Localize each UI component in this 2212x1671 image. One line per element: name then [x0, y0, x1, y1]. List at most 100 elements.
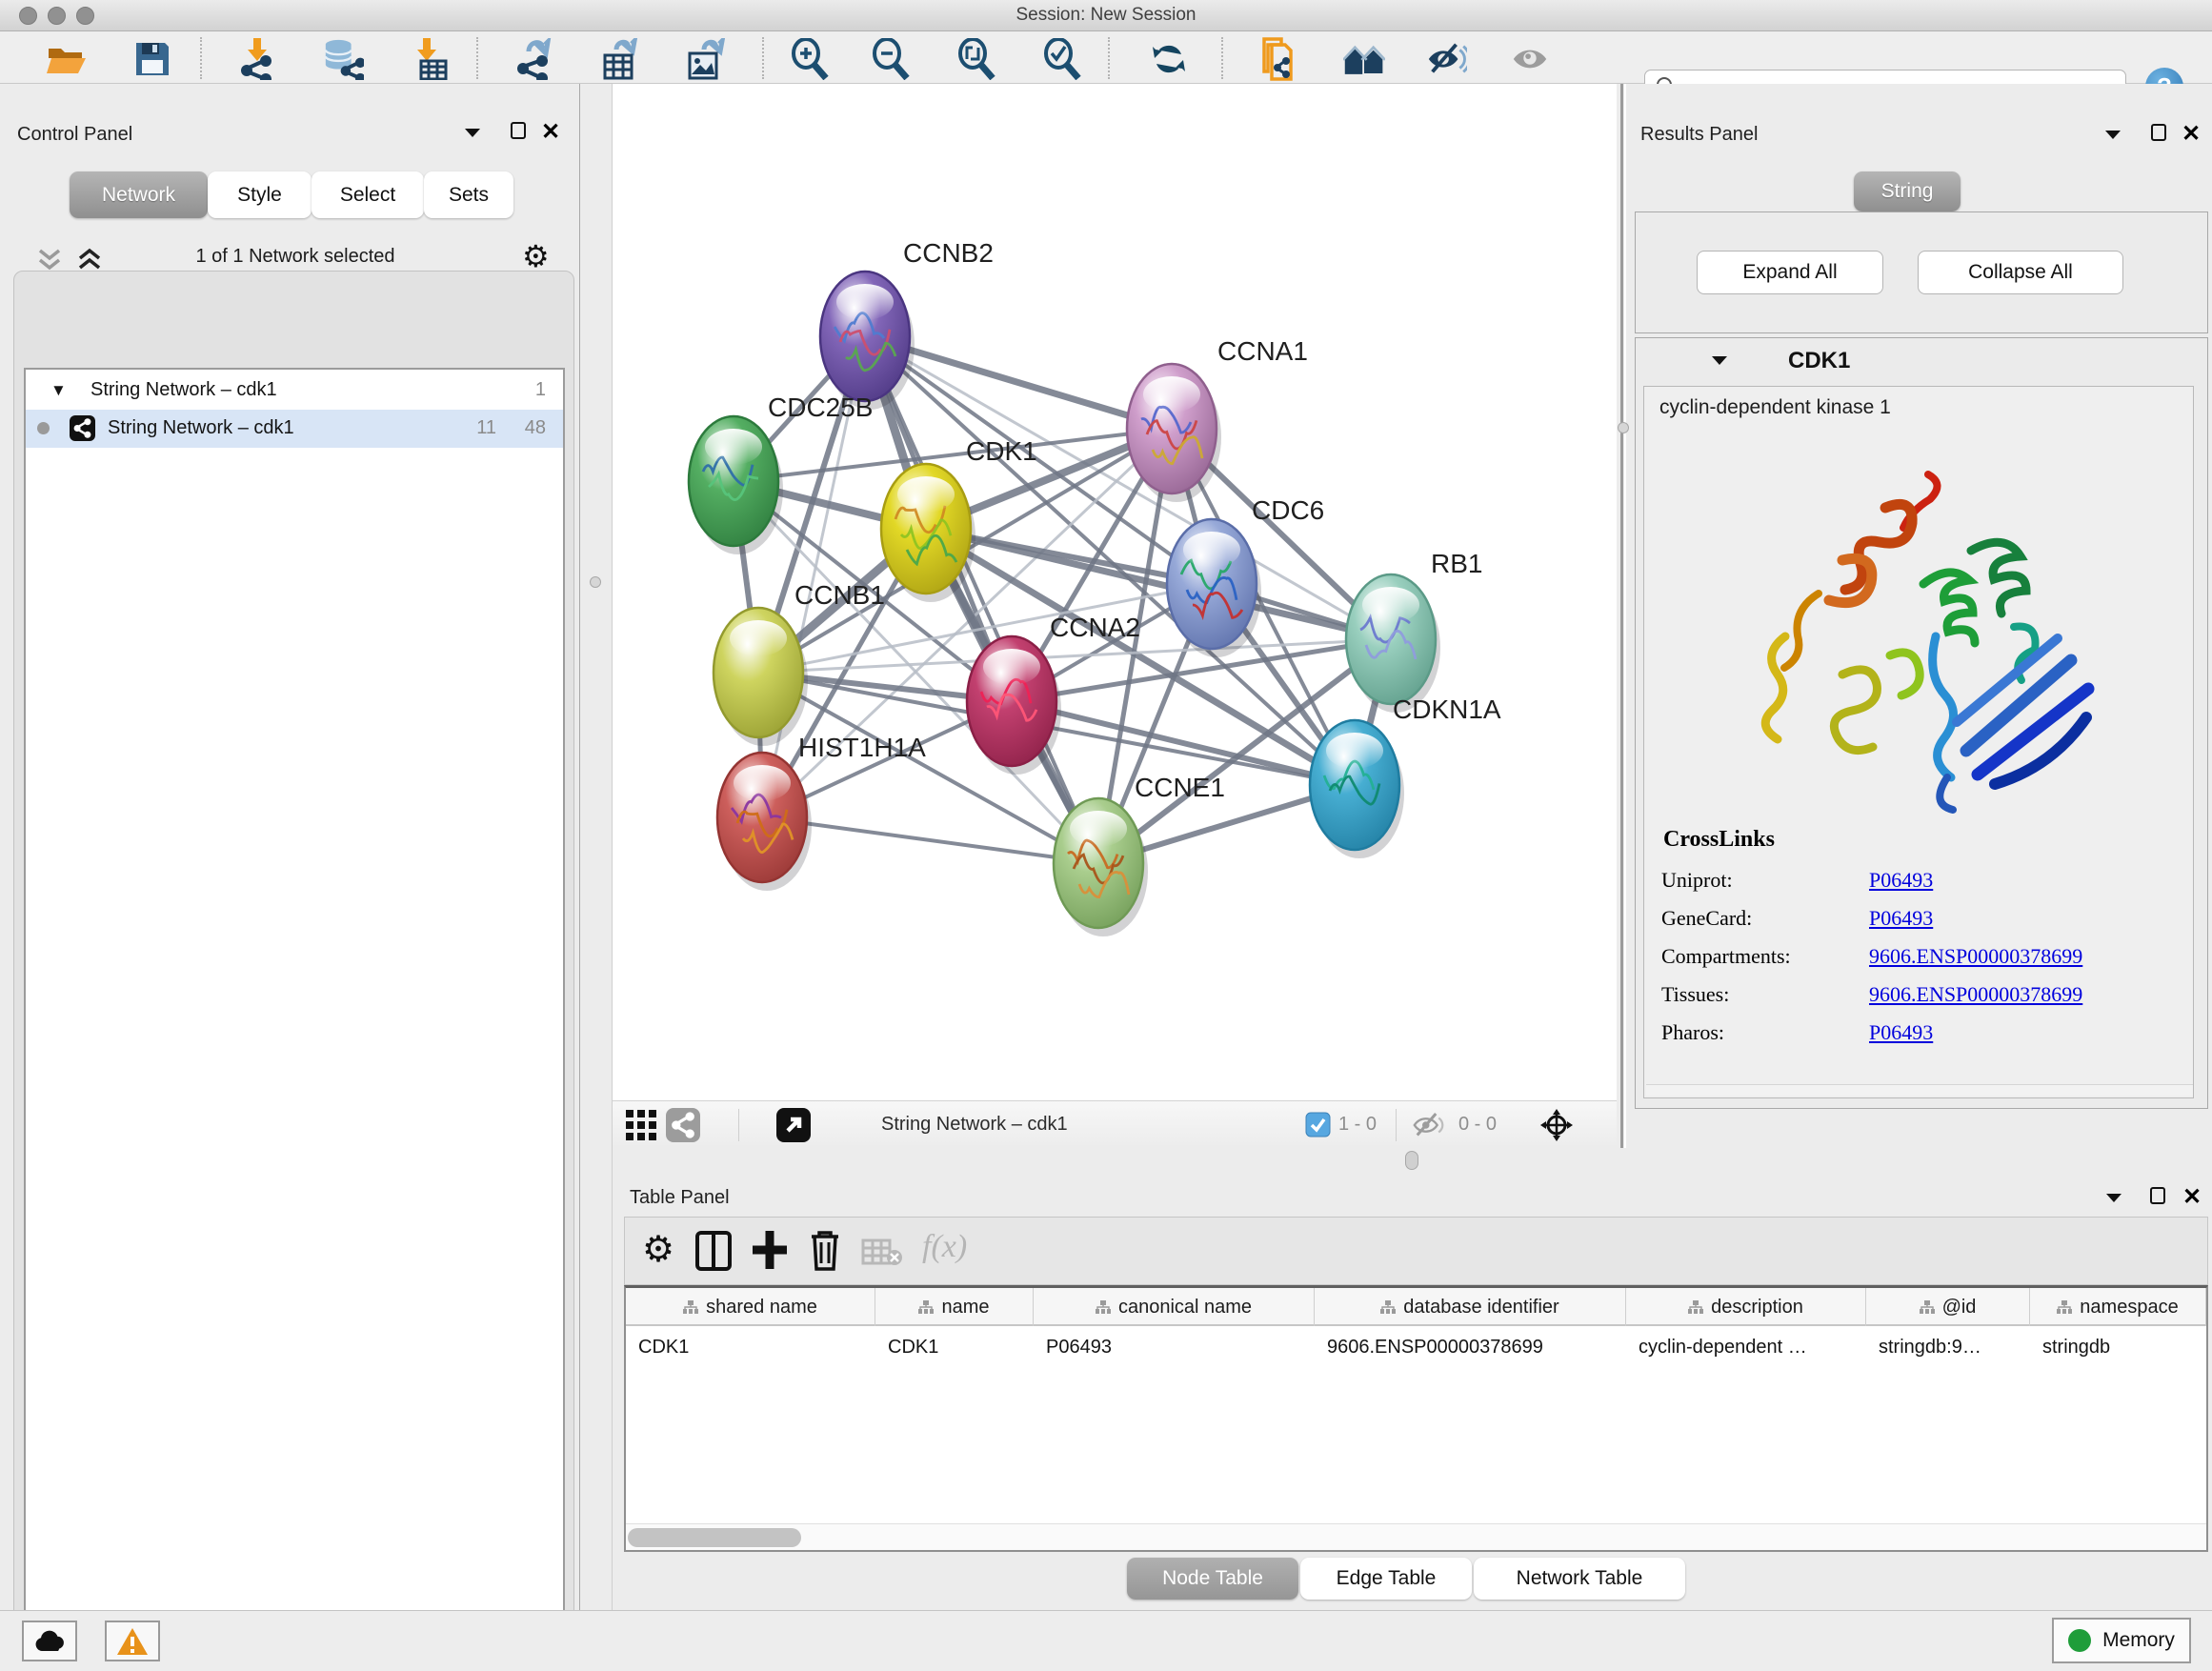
zoom-fit-button[interactable]	[955, 39, 997, 79]
float-panel-icon[interactable]	[2151, 124, 2166, 141]
table-hscrollbar-thumb[interactable]	[628, 1528, 801, 1547]
import-table-button[interactable]	[408, 39, 450, 79]
close-panel-icon[interactable]: ✕	[2182, 1183, 2202, 1211]
show-columns-icon[interactable]	[695, 1231, 732, 1271]
add-column-icon[interactable]	[751, 1229, 789, 1271]
column-header--id[interactable]: @id	[1866, 1288, 2030, 1326]
selected-checkbox-icon[interactable]	[1305, 1112, 1331, 1137]
close-panel-icon[interactable]: ✕	[541, 118, 560, 146]
table-settings-gear-icon[interactable]: ⚙	[642, 1231, 674, 1269]
tab-edge-table[interactable]: Edge Table	[1300, 1558, 1472, 1600]
network-node-rb1[interactable]: RB1	[1346, 549, 1482, 713]
network-edge[interactable]	[762, 817, 1098, 863]
import-network-button[interactable]	[236, 39, 278, 79]
right-split-divider[interactable]	[1617, 84, 1631, 1148]
network-share-icon[interactable]	[666, 1108, 700, 1142]
birds-eye-view-icon[interactable]	[1538, 1107, 1575, 1143]
cloud-button[interactable]	[22, 1621, 77, 1661]
table-cell[interactable]: P06493	[1034, 1328, 1315, 1366]
table-cell[interactable]: CDK1	[626, 1328, 875, 1366]
zoom-selected-button[interactable]	[1041, 39, 1083, 79]
open-in-window-icon[interactable]	[776, 1108, 811, 1142]
crosslink-link[interactable]: P06493	[1869, 868, 1933, 893]
tab-network-table[interactable]: Network Table	[1474, 1558, 1685, 1600]
duplicate-network-button[interactable]	[1257, 39, 1299, 79]
table-cell[interactable]: stringdb:9…	[1866, 1328, 2030, 1366]
expand-all-button[interactable]: Expand All	[1697, 251, 1883, 294]
collapse-section-icon[interactable]	[1710, 353, 1729, 367]
refresh-button[interactable]	[1148, 39, 1190, 79]
float-panel-icon[interactable]	[2150, 1187, 2165, 1204]
network-node-ccnb1[interactable]: CCNB1	[714, 580, 885, 746]
tab-sets[interactable]: Sets	[424, 171, 513, 218]
import-network-from-database-button[interactable]	[322, 39, 364, 79]
network-node-cdc6[interactable]: CDC6	[1167, 495, 1324, 657]
refresh-icon	[1149, 39, 1189, 79]
network-node-ccna1[interactable]: CCNA1	[1127, 336, 1308, 502]
panel-menu-icon[interactable]	[463, 126, 482, 139]
crosslink-link[interactable]: P06493	[1869, 1020, 1933, 1045]
column-header-canonical-name[interactable]: canonical name	[1034, 1288, 1315, 1326]
network-row-selected[interactable]: String Network – cdk1 11 48	[26, 410, 563, 448]
save-session-button[interactable]	[131, 39, 173, 79]
neighbors-button[interactable]	[1343, 39, 1385, 79]
crosslink-link[interactable]: P06493	[1869, 906, 1933, 931]
crosslink-link[interactable]: 9606.ENSP00000378699	[1869, 944, 2082, 969]
column-header-description[interactable]: description	[1626, 1288, 1866, 1326]
collapse-all-icon[interactable]	[36, 248, 63, 272]
left-split-divider[interactable]	[579, 84, 613, 1610]
table-cell[interactable]: CDK1	[875, 1328, 1034, 1366]
string-network-graph[interactable]: CCNB2CCNA1CDC25BCDK1CDC6RB1CCNB1CCNA2CDK…	[613, 84, 1617, 1100]
panel-menu-icon[interactable]	[2104, 1191, 2123, 1204]
zoom-in-button[interactable]	[789, 39, 831, 79]
column-header-shared-name[interactable]: shared name	[626, 1288, 875, 1326]
column-header-name[interactable]: name	[875, 1288, 1034, 1326]
export-network-button[interactable]	[513, 39, 554, 79]
warnings-button[interactable]	[105, 1621, 160, 1661]
collection-count: 1	[535, 379, 546, 401]
table-hscrollbar[interactable]	[626, 1523, 2206, 1550]
network-node-ccnb2[interactable]: CCNB2	[820, 238, 994, 410]
float-panel-icon[interactable]	[511, 122, 526, 139]
zoom-out-button[interactable]	[870, 39, 912, 79]
gene-section-header[interactable]: CDK1	[1636, 338, 2207, 384]
network-collection-row[interactable]: ▼ String Network – cdk1 1	[26, 372, 563, 410]
horizontal-split-divider[interactable]	[613, 1148, 2212, 1174]
network-edge[interactable]	[865, 336, 1098, 863]
expand-all-icon[interactable]	[76, 248, 103, 272]
results-hscrollbar[interactable]	[1646, 1084, 2193, 1096]
column-header-namespace[interactable]: namespace	[2030, 1288, 2206, 1326]
network-options-gear-icon[interactable]: ⚙	[522, 238, 550, 274]
tab-select[interactable]: Select	[312, 171, 424, 218]
export-table-button[interactable]	[598, 39, 640, 79]
tab-string[interactable]: String	[1854, 171, 1961, 211]
network-node-cdkn1a[interactable]: CDKN1A	[1310, 695, 1501, 858]
tab-network[interactable]: Network	[70, 171, 208, 218]
memory-button[interactable]: Memory	[2052, 1618, 2191, 1663]
network-node-ccna2[interactable]: CCNA2	[967, 613, 1140, 775]
delete-column-icon[interactable]	[808, 1229, 842, 1271]
network-node-ccne1[interactable]: CCNE1	[1054, 773, 1225, 936]
column-header-database-identifier[interactable]: database identifier	[1315, 1288, 1626, 1326]
network-canvas[interactable]: CCNB2CCNA1CDC25BCDK1CDC6RB1CCNB1CCNA2CDK…	[613, 84, 1617, 1100]
export-image-button[interactable]	[684, 39, 726, 79]
table-row[interactable]: CDK1CDK1P064939606.ENSP00000378699cyclin…	[626, 1328, 2206, 1366]
divider-grab-dot[interactable]	[590, 576, 601, 588]
grid-view-icon[interactable]	[626, 1110, 658, 1140]
collection-expander-icon[interactable]: ▼	[50, 381, 67, 400]
divider-grab-dot[interactable]	[1618, 422, 1629, 433]
open-session-button[interactable]	[46, 39, 88, 79]
tab-style[interactable]: Style	[208, 171, 312, 218]
show-all-button[interactable]	[1509, 39, 1551, 79]
network-node-hist1h1a[interactable]: HIST1H1A	[717, 733, 926, 891]
divider-grab-oval[interactable]	[1405, 1151, 1418, 1170]
close-panel-icon[interactable]: ✕	[2182, 120, 2201, 148]
table-cell[interactable]: cyclin-dependent …	[1626, 1328, 1866, 1366]
crosslink-link[interactable]: 9606.ENSP00000378699	[1869, 982, 2082, 1007]
panel-menu-icon[interactable]	[2103, 128, 2122, 141]
table-cell[interactable]: 9606.ENSP00000378699	[1315, 1328, 1626, 1366]
collapse-all-button[interactable]: Collapse All	[1918, 251, 2123, 294]
table-cell[interactable]: stringdb	[2030, 1328, 2206, 1366]
hide-selected-button[interactable]	[1425, 39, 1467, 79]
tab-node-table[interactable]: Node Table	[1127, 1558, 1298, 1600]
